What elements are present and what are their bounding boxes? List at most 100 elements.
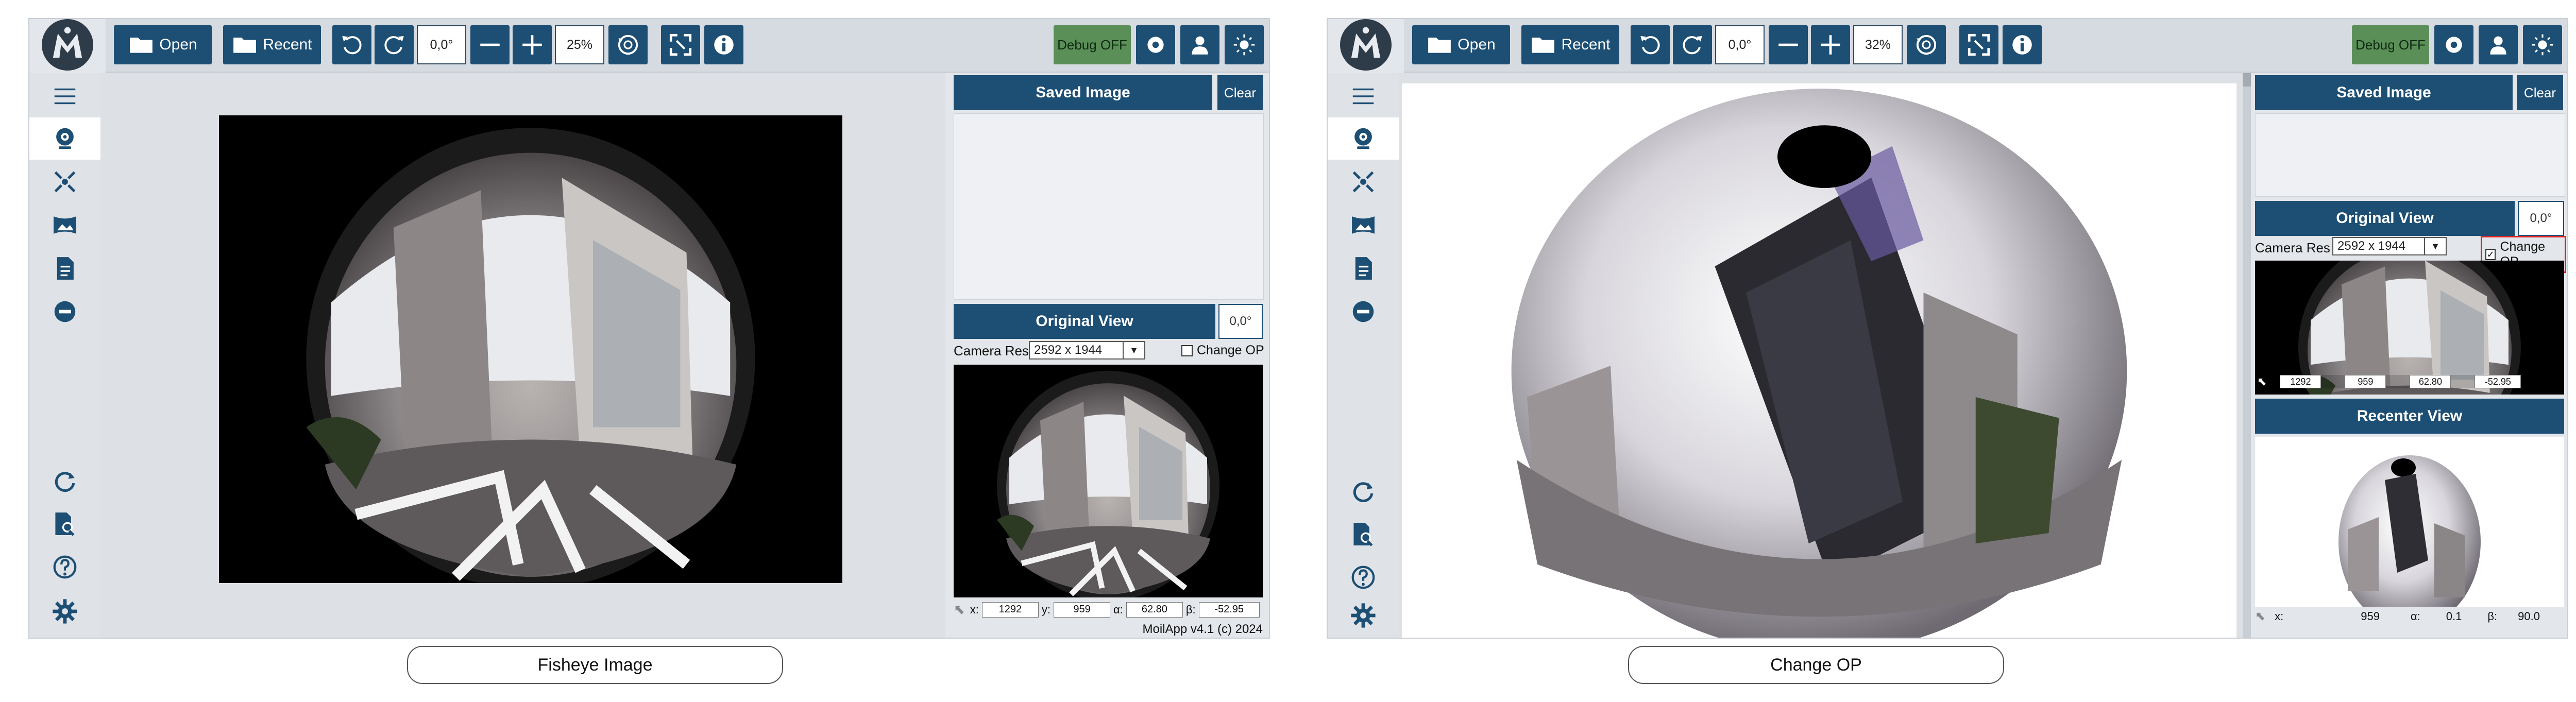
cursor-icon: ⬉ [2257, 375, 2267, 388]
zoom-out-icon [480, 43, 500, 46]
beta-field[interactable]: -52.95 [1198, 602, 1260, 618]
info-icon [714, 35, 734, 55]
open-button[interactable]: Open [1412, 25, 1510, 64]
sidebar-item-document[interactable] [29, 247, 100, 289]
sidebar-item-minus[interactable] [29, 290, 100, 333]
scrollbar-thumb[interactable] [2243, 73, 2251, 87]
debug-toggle-button[interactable]: Debug OFF [2352, 25, 2429, 64]
saved-image-title: Saved Image [2255, 75, 2513, 110]
x-coordinate-field[interactable]: 1292 [981, 602, 1039, 618]
sidebar-item-panorama[interactable] [29, 204, 100, 246]
help-icon [51, 553, 79, 581]
caption-fisheye-image: Fisheye Image [407, 646, 783, 684]
open-button[interactable]: Open [114, 25, 212, 64]
hamburger-menu-icon [54, 88, 76, 105]
debug-toggle-button[interactable]: Debug OFF [1054, 25, 1131, 64]
camera-res-label: Camera Res : [2255, 240, 2338, 255]
sidebar-item-anypoint[interactable] [1328, 161, 1399, 203]
beta-field[interactable]: -52.95 [2475, 375, 2521, 388]
recentered-image[interactable] [1402, 83, 2236, 638]
reset-view-button[interactable] [1907, 25, 1946, 64]
version-text: MoilApp v4.1 (c) 2024 [1142, 622, 1263, 636]
camera-res-select[interactable]: 2592 x 1944 ▼ [2332, 237, 2447, 255]
rotation-angle-field[interactable]: 0,0° [417, 25, 466, 64]
user-icon [2490, 36, 2506, 55]
sidebar-item-search-doc[interactable] [1328, 513, 1399, 555]
saved-image-title: Saved Image [954, 75, 1212, 110]
sidebar-item-minus[interactable] [1328, 290, 1399, 333]
rotate-left-button[interactable] [1631, 25, 1670, 64]
vertical-scrollbar[interactable] [2243, 73, 2251, 638]
recent-button[interactable]: Recent [223, 25, 321, 64]
clear-button[interactable]: Clear [1217, 75, 1263, 110]
zoom-level-field[interactable]: 32% [1853, 25, 1903, 64]
x-coordinate-field[interactable]: 1292 [2280, 375, 2321, 388]
menu-button[interactable] [1328, 75, 1399, 117]
zoom-level-field[interactable]: 25% [555, 25, 604, 64]
search-document-icon [54, 511, 76, 537]
y-coordinate-field[interactable]: 959 [1054, 602, 1111, 618]
fullscreen-button[interactable] [1959, 25, 1998, 64]
zoom-in-button[interactable] [513, 25, 552, 64]
theme-button[interactable] [2523, 25, 2562, 64]
right-panel: Saved Image Clear Original View 0,0° Cam… [951, 73, 1266, 638]
saved-image-area [954, 113, 1264, 300]
sidebar-item-help[interactable] [1328, 556, 1399, 598]
theme-icon [1233, 33, 1256, 56]
panel-fisheye: Open Recent 0,0° 25% Debug OFF Saved Ima… [0, 0, 1283, 702]
sidebar-item-refresh[interactable] [29, 459, 100, 502]
info-button[interactable] [704, 25, 743, 64]
sidebar-item-refresh[interactable] [1328, 470, 1399, 512]
recenter-coordinate-readout: ⬉ x: 959 α: 0.1 β: 90.0 [2255, 609, 2540, 623]
coordinate-readout: ⬉ x: 1292 y: 959 α: 62.80 β: -52.95 [954, 602, 1263, 618]
sidebar-item-original[interactable] [29, 117, 100, 160]
sidebar-item-settings[interactable] [29, 590, 100, 632]
minus-circle-icon [54, 301, 76, 322]
info-button[interactable] [2003, 25, 2042, 64]
fisheye-image[interactable] [219, 115, 842, 583]
record-button[interactable] [1136, 25, 1175, 64]
alpha-field[interactable]: 62.80 [1126, 602, 1183, 618]
zoom-out-button[interactable] [1769, 25, 1808, 64]
original-view-angle[interactable]: 0,0° [2518, 201, 2564, 236]
y-coordinate-field[interactable]: 959 [2345, 375, 2386, 388]
user-button[interactable] [2479, 25, 2518, 64]
fullscreen-button[interactable] [661, 25, 700, 64]
sidebar-item-panorama[interactable] [1328, 204, 1399, 246]
recenter-view-image[interactable] [2255, 437, 2564, 607]
recent-button[interactable]: Recent [1521, 25, 1619, 64]
fullscreen-icon [668, 32, 693, 58]
original-view-title: Original View [2255, 201, 2515, 236]
rotate-right-button[interactable] [375, 25, 414, 64]
zoom-in-button[interactable] [1811, 25, 1850, 64]
sidebar-item-document[interactable] [1328, 247, 1399, 289]
record-button[interactable] [2434, 25, 2473, 64]
sidebar-item-settings[interactable] [1328, 594, 1399, 637]
change-op-checkbox[interactable]: Change OP [1181, 343, 1264, 358]
folder-recent-icon [233, 37, 257, 53]
theme-icon [2531, 33, 2554, 56]
user-icon [1192, 36, 1208, 55]
sidebar [1328, 73, 1399, 638]
original-view-image[interactable]: ⬉ 1292 959 62.80 -52.95 [2255, 261, 2564, 395]
user-button[interactable] [1180, 25, 1219, 64]
clear-button[interactable]: Clear [2517, 75, 2563, 110]
original-view-angle[interactable]: 0,0° [1218, 304, 1263, 339]
sidebar-item-help[interactable] [29, 546, 100, 588]
rotate-right-button[interactable] [1673, 25, 1712, 64]
menu-button[interactable] [29, 75, 100, 117]
theme-button[interactable] [1225, 25, 1264, 64]
original-view-image[interactable] [954, 365, 1263, 597]
rotate-left-button[interactable] [332, 25, 371, 64]
rotate-right-icon [384, 35, 405, 55]
sidebar-item-search-doc[interactable] [29, 503, 100, 545]
moil-logo-icon [42, 19, 93, 71]
panorama-icon [54, 216, 76, 234]
zoom-out-button[interactable] [470, 25, 510, 64]
sidebar-item-original[interactable] [1328, 117, 1399, 160]
camera-res-select[interactable]: 2592 x 1944 ▼ [1029, 341, 1145, 359]
alpha-field[interactable]: 62.80 [2410, 375, 2451, 388]
sidebar-item-anypoint[interactable] [29, 161, 100, 203]
rotation-angle-field[interactable]: 0,0° [1715, 25, 1765, 64]
reset-view-button[interactable] [608, 25, 648, 64]
